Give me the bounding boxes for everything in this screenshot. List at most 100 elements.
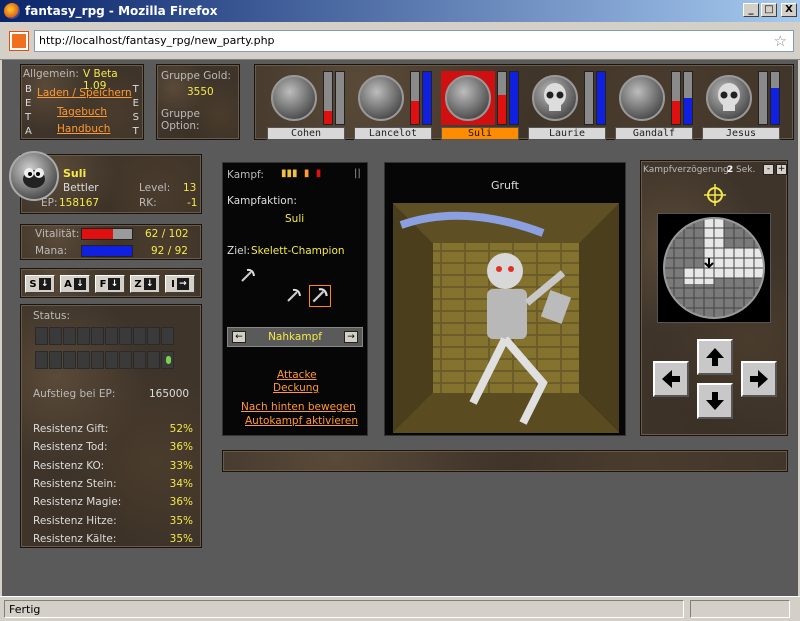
test-letters: T E S T <box>133 83 139 139</box>
party-member-lancelot[interactable]: Lancelot <box>348 71 434 140</box>
gold-value: 3550 <box>187 86 214 98</box>
portrait[interactable] <box>702 71 756 125</box>
hotkey-f-button[interactable]: F ↓ <box>95 275 125 293</box>
resistance-row: Resistenz Kälte: 35% <box>33 533 193 545</box>
beta-letter: B <box>25 84 32 95</box>
hp-bar <box>497 71 507 125</box>
maximize-button[interactable]: □ <box>761 3 777 17</box>
mp-bar <box>770 71 780 125</box>
minimap[interactable] <box>657 213 771 323</box>
ep-label: EP: <box>41 197 58 209</box>
kampf-label: Kampf: <box>227 169 264 181</box>
character-portrait[interactable] <box>9 151 59 201</box>
firefox-icon <box>4 3 20 19</box>
status-grid-bottom <box>35 351 174 369</box>
hotkey-i-button[interactable]: I → <box>165 275 195 293</box>
portrait[interactable] <box>528 71 582 125</box>
mp-bar-fill <box>510 72 518 124</box>
status-label: Status: <box>33 310 70 322</box>
resistance-label: Resistenz Hitze: <box>33 514 117 527</box>
portrait[interactable] <box>267 71 321 125</box>
combat-panel: Kampf: ▮▮▮ ▮ ▮ || Kampfaktion: Suli Ziel… <box>222 162 368 436</box>
party-member-gandalf[interactable]: Gandalf <box>609 71 695 140</box>
party-panel: Cohen Lancelot Suli Laurie Gandalf Jesus <box>254 64 794 140</box>
arrow-down-icon: ↓ <box>108 278 121 290</box>
party-member-cohen[interactable]: Cohen <box>261 71 347 140</box>
pause-icon[interactable]: || <box>354 168 361 179</box>
hotkey-s-button[interactable]: S ↓ <box>25 275 55 293</box>
close-button[interactable]: X <box>781 3 797 17</box>
status-progress <box>690 600 790 618</box>
message-bar <box>222 450 788 472</box>
stats-panel: Status: Aufstieg bei EP: 165000 Resisten… <box>20 304 202 548</box>
bookmark-star-icon[interactable]: ☆ <box>774 32 787 50</box>
beta-letter: E <box>25 98 32 109</box>
mode-prev-button[interactable]: ← <box>232 331 246 343</box>
mp-bar <box>683 71 693 125</box>
resistance-row: Resistenz Stein: 34% <box>33 478 193 490</box>
hp-bar <box>410 71 420 125</box>
arrow-left-icon <box>662 370 680 388</box>
dungeon-view[interactable] <box>393 203 619 433</box>
resistance-row: Resistenz Gift: 52% <box>33 423 193 435</box>
turn-right-button[interactable] <box>741 361 777 397</box>
autocombat-link[interactable]: Autokampf aktivieren <box>245 415 358 427</box>
party-member-suli[interactable]: Suli <box>435 71 521 140</box>
mp-bar-fill <box>771 87 779 124</box>
info-panel: Allgemein: V Beta 1.09 B E T A T E S T L… <box>20 64 144 140</box>
hp-bar-fill <box>324 111 332 124</box>
mode-next-button[interactable]: → <box>344 331 358 343</box>
resistance-label: Resistenz Kälte: <box>33 532 117 545</box>
manual-link[interactable]: Handbuch <box>57 123 110 135</box>
party-member-name[interactable]: Laurie <box>528 127 606 140</box>
combat-mode-selector: ← Nahkampf → <box>227 327 363 347</box>
portrait[interactable] <box>441 71 495 125</box>
test-letter: S <box>132 112 139 123</box>
gold-label: Gruppe Gold: <box>161 70 231 82</box>
attack-link[interactable]: Attacke <box>277 369 317 381</box>
party-member-name[interactable]: Lancelot <box>354 127 432 140</box>
allgemein-label: Allgemein: <box>23 68 79 80</box>
location-label: Gruft <box>490 179 519 192</box>
mana-value: 92 / 92 <box>151 245 188 257</box>
resistance-value: 34% <box>169 477 193 490</box>
url-field[interactable]: http://localhost/fantasy_rpg/new_party.p… <box>34 30 794 52</box>
party-member-jesus[interactable]: Jesus <box>696 71 782 140</box>
party-member-name[interactable]: Jesus <box>702 127 780 140</box>
diary-link[interactable]: Tagebuch <box>57 106 107 118</box>
party-member-name[interactable]: Cohen <box>267 127 345 140</box>
minimize-button[interactable]: _ <box>743 3 759 17</box>
pickaxe-icon[interactable] <box>239 267 257 285</box>
selected-target-frame[interactable] <box>309 285 331 307</box>
portrait[interactable] <box>354 71 408 125</box>
party-member-name[interactable]: Gandalf <box>615 127 693 140</box>
level-label: Level: <box>139 182 171 194</box>
move-back-button[interactable] <box>697 383 733 419</box>
vitality-label: Vitalität: <box>35 228 80 240</box>
resistance-label: Resistenz Gift: <box>33 423 109 435</box>
defend-link[interactable]: Deckung <box>273 382 319 394</box>
resistance-label: Resistenz Magie: <box>33 496 122 509</box>
hotkey-a-button[interactable]: A ↓ <box>60 275 90 293</box>
delay-minus-button[interactable]: - <box>763 164 774 175</box>
character-name: Suli <box>63 167 87 180</box>
portrait[interactable] <box>615 71 669 125</box>
move-back-link[interactable]: Nach hinten bewegen <box>241 401 356 413</box>
move-forward-button[interactable] <box>697 339 733 375</box>
arrow-down-icon: ↓ <box>143 278 156 290</box>
hp-bar-fill <box>672 100 680 124</box>
party-member-laurie[interactable]: Laurie <box>522 71 608 140</box>
hotkey-z-button[interactable]: Z ↓ <box>130 275 160 293</box>
wizard-staff-icon <box>619 75 665 121</box>
pickaxe-icon[interactable] <box>285 287 303 305</box>
hp-bar <box>323 71 333 125</box>
test-letter: E <box>132 98 139 109</box>
delay-plus-button[interactable]: + <box>776 164 787 175</box>
load-save-link[interactable]: Laden / Speichern <box>37 87 132 99</box>
page-viewport: Allgemein: V Beta 1.09 B E T A T E S T L… <box>2 60 798 596</box>
status-effect-icon <box>161 351 174 369</box>
resistance-label: Resistenz Tod: <box>33 441 108 454</box>
vitality-bar-fill <box>82 229 113 239</box>
party-member-name[interactable]: Suli <box>441 127 519 140</box>
turn-left-button[interactable] <box>653 361 689 397</box>
